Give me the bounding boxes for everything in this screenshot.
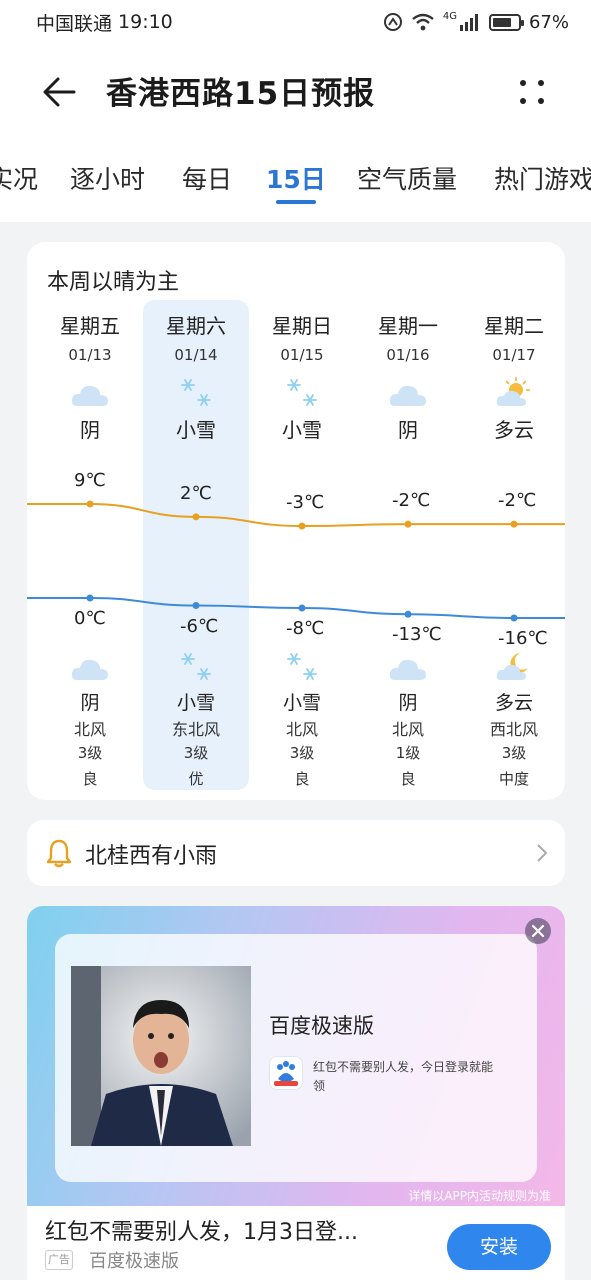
high-temp-point	[404, 520, 412, 528]
status-bar: 中国联通 19:10 4G 67%	[0, 0, 591, 44]
temperature-curves	[27, 500, 565, 622]
chevron-right-icon	[537, 844, 548, 862]
low-temp-point	[192, 602, 200, 609]
low-temp-point	[404, 610, 412, 618]
ad-image	[71, 966, 251, 1146]
forecast-card: 本周以晴为主 星期五 01/13 阴阴北风 3级良 星期六 01/14 小雪 小雪 东北风 3级…	[27, 242, 565, 800]
high-temp-label: 9℃	[74, 470, 106, 491]
tab-bar: 实况 逐小时 每日 15日 空气质量 热门游戏	[0, 140, 591, 222]
ad-card[interactable]: 百度极速版 红包不需要别人发，今日登录就能领 详情以APP内活动规则为准 红包不…	[27, 906, 565, 1280]
install-button[interactable]: 安装	[447, 1224, 551, 1270]
battery-label: 67%	[528, 11, 569, 33]
tab-indicator	[276, 200, 316, 204]
wifi-icon	[412, 13, 434, 31]
high-temp-label: -2℃	[392, 490, 431, 512]
more-dots-icon[interactable]	[512, 72, 552, 112]
low-temp-point	[510, 614, 518, 622]
high-temp-point	[298, 522, 306, 530]
alert-text: 北桂西有小雨	[85, 844, 218, 869]
tab-hot-games[interactable]: 热门游戏	[494, 160, 591, 196]
ad-app-name: 百度极速版	[269, 1014, 374, 1038]
high-temp-point	[192, 513, 200, 521]
signal-icon	[459, 14, 478, 31]
high-temp-label: -3℃	[286, 492, 325, 513]
status-icons: 4G 67%	[383, 10, 569, 33]
tab-15day[interactable]: 15日	[266, 160, 326, 196]
high-temp-label: 2℃	[180, 482, 212, 504]
high-temp-point	[510, 520, 518, 528]
nfc-icon	[383, 13, 402, 31]
low-temp-label: -13℃	[392, 624, 442, 646]
carrier-label: 中国联通	[36, 12, 113, 35]
tab-air-quality[interactable]: 空气质量	[357, 160, 457, 196]
ad-banner[interactable]: 百度极速版 红包不需要别人发，今日登录就能领 详情以APP内活动规则为准	[27, 906, 565, 1206]
ad-tag: 广告	[45, 1250, 73, 1270]
arrow-left-icon[interactable]	[38, 70, 82, 114]
low-temp-label: -16℃	[498, 628, 548, 649]
ad-headline[interactable]: 红包不需要别人发，1月3日登...	[45, 1214, 358, 1246]
high-temp-label: -2℃	[498, 490, 537, 512]
tab-realtime[interactable]: 实况	[0, 160, 38, 196]
page-title: 香港西路15日预报	[106, 76, 376, 112]
battery-icon	[488, 13, 524, 31]
low-temp-label: -8℃	[286, 618, 325, 639]
time-label: 19:10	[118, 11, 173, 33]
ad-description: 红包不需要别人发，今日登录就能领	[313, 1060, 494, 1093]
network-label: 4G	[442, 10, 457, 22]
low-temp-point	[86, 594, 94, 602]
bell-icon	[46, 839, 72, 868]
high-temp-point	[86, 500, 94, 508]
ad-rules-note: 详情以APP内活动规则为准	[408, 1189, 551, 1203]
baidu-logo-icon	[269, 1056, 303, 1090]
low-temp-label: 0℃	[74, 608, 106, 629]
tab-daily[interactable]: 每日	[182, 160, 232, 196]
low-temp-point	[298, 604, 306, 612]
low-temp-line	[27, 597, 565, 619]
weather-alert[interactable]: 北桂西有小雨	[27, 820, 565, 886]
app-header: 香港西路15日预报	[0, 44, 591, 140]
close-icon[interactable]	[525, 918, 551, 944]
tab-hourly[interactable]: 逐小时	[70, 160, 145, 196]
low-temp-label: -6℃	[180, 615, 219, 637]
ad-brand: 百度极速版	[89, 1251, 179, 1272]
